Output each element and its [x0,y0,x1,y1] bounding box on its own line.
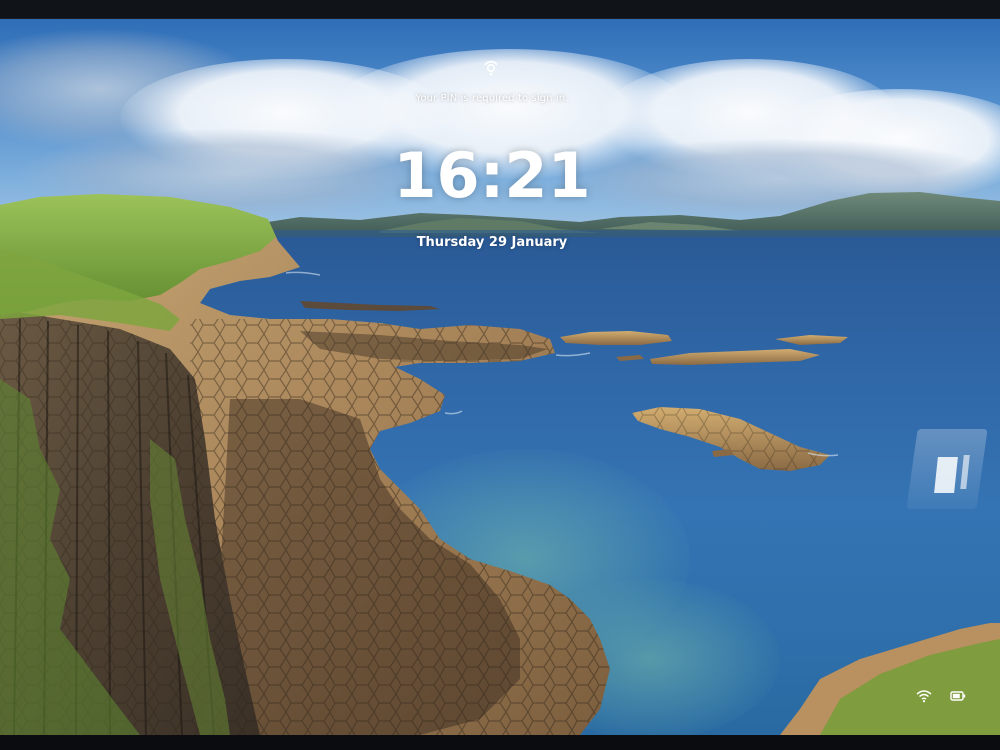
status-tray [916,689,966,703]
sign-in-message: Your PIN is required to sign in. [415,93,569,104]
wifi-icon[interactable] [916,689,932,703]
battery-icon[interactable] [950,689,966,703]
clock-time: 16:21 [393,139,591,212]
sign-in-status-icon [484,60,498,76]
lock-screen[interactable]: Your PIN is required to sign in. 16:21 T… [0,18,1000,735]
monitor-bezel: Your PIN is required to sign in. 16:21 T… [0,0,1000,750]
lock-screen-overlay: Your PIN is required to sign in. 16:21 T… [0,19,1000,735]
clock-date: Thursday 29 January [416,235,568,250]
